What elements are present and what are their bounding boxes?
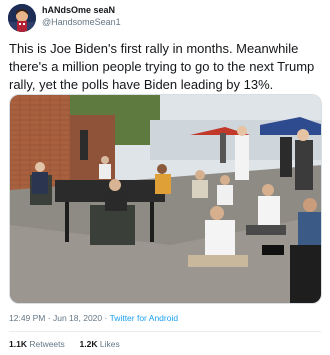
author-display-name[interactable]: hANdsOme seaN	[42, 5, 115, 15]
tweet-text: This is Joe Biden's first rally in month…	[9, 41, 315, 92]
retweets-count: 1.1K	[9, 339, 27, 349]
tweet-source-link[interactable]: Twitter for Android	[110, 313, 179, 323]
avatar[interactable]	[8, 4, 36, 32]
retweets-stat[interactable]: 1.1K Retweets	[9, 339, 67, 349]
divider	[9, 331, 321, 332]
likes-count: 1.2K	[79, 339, 98, 349]
likes-label: Likes	[99, 339, 120, 349]
engagement-stats: 1.1K Retweets 1.2K Likes	[9, 339, 120, 349]
tweet-time[interactable]: 12:49 PM	[9, 313, 45, 323]
meta-separator: ·	[47, 313, 51, 323]
retweets-label: Retweets	[29, 339, 65, 349]
author-handle[interactable]: @HandsomeSean1	[42, 17, 121, 27]
profile-avatar-icon	[8, 4, 36, 32]
likes-stat[interactable]: 1.2K Likes	[80, 339, 120, 349]
tweet-photo[interactable]	[9, 94, 322, 304]
tweet-date[interactable]: Jun 18, 2020	[53, 313, 102, 323]
rally-photo-image	[10, 95, 321, 303]
tweet-meta: 12:49 PM · Jun 18, 2020 · Twitter for An…	[9, 313, 178, 323]
tweet-card: hANdsOme seaN @HandsomeSean1 This is Joe…	[0, 0, 330, 355]
meta-separator: ·	[104, 313, 108, 323]
